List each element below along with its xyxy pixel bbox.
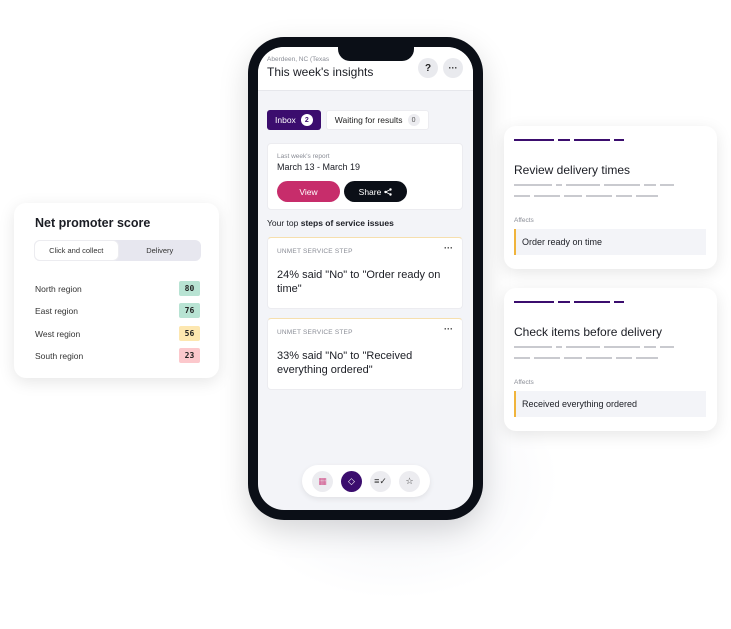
bottom-nav: ▦ ◇ ≡✓ ☆ <box>302 465 430 497</box>
more-icon: ··· <box>448 63 458 73</box>
nav-checklist[interactable]: ≡✓ <box>370 470 391 492</box>
tab-label: Waiting for results <box>334 115 403 125</box>
nav-insights[interactable]: ◇ <box>341 470 362 492</box>
nps-title: Net promoter score <box>35 216 151 230</box>
report-dates: March 13 - March 19 <box>277 162 361 172</box>
score-badge: 56 <box>179 326 200 341</box>
more-icon[interactable]: ··· <box>444 324 453 334</box>
placeholder-text-line <box>514 357 658 359</box>
checklist-icon: ≡✓ <box>374 475 387 486</box>
issue-kicker: UNMET SERVICE STEP <box>277 248 353 255</box>
weekly-report-card: Last week's report March 13 - March 19 V… <box>267 143 463 210</box>
score-badge: 23 <box>179 348 200 363</box>
affects-value: Order ready on time <box>514 229 706 255</box>
nps-row: South region 23 <box>35 348 200 364</box>
region-label: East region <box>35 306 78 316</box>
nps-segment-control: Click and collect Delivery <box>34 240 201 261</box>
issue-kicker: UNMET SERVICE STEP <box>277 329 353 336</box>
tab-label: Inbox <box>275 115 296 125</box>
phone-screen: Aberdeen, NC (Texas This week's insights… <box>258 47 473 510</box>
affects-label: Affects <box>514 379 534 386</box>
region-label: West region <box>35 329 81 339</box>
more-icon[interactable]: ··· <box>444 243 453 253</box>
tab-inbox[interactable]: Inbox 2 <box>267 110 321 130</box>
nps-row: North region 80 <box>35 281 200 297</box>
decorative-bars <box>514 139 624 141</box>
action-title: Review delivery times <box>514 163 631 177</box>
more-button[interactable]: ··· <box>443 58 463 78</box>
nps-card: Net promoter score Click and collect Del… <box>14 203 219 378</box>
inbox-tabs: Inbox 2 Waiting for results 0 <box>267 110 429 130</box>
section-heading: Your top steps of service issues <box>267 218 394 228</box>
alert-diamond-icon: ◇ <box>348 475 355 486</box>
count-badge: 2 <box>300 114 313 126</box>
issue-card[interactable]: UNMET SERVICE STEP ··· 24% said "No" to … <box>267 237 463 309</box>
segment-delivery[interactable]: Delivery <box>119 240 202 261</box>
tab-waiting-for-results[interactable]: Waiting for results 0 <box>325 110 429 130</box>
placeholder-text-line <box>514 184 674 186</box>
section-bold: steps of service issues <box>300 218 394 228</box>
share-button[interactable]: Share <box>344 181 407 202</box>
star-icon: ☆ <box>405 475 414 486</box>
share-icon <box>384 187 393 196</box>
nps-row: West region 56 <box>35 326 200 342</box>
issue-card[interactable]: UNMET SERVICE STEP ··· 33% said "No" to … <box>267 318 463 390</box>
action-card[interactable]: Check items before delivery Affects Rece… <box>504 288 717 431</box>
report-label: Last week's report <box>277 153 330 160</box>
issue-text: 33% said "No" to "Received everything or… <box>277 350 413 376</box>
phone-notch <box>338 47 414 61</box>
section-prefix: Your top <box>267 218 301 228</box>
location-label: Aberdeen, NC (Texas <box>267 56 330 63</box>
share-label: Share <box>358 186 382 197</box>
nav-calendar[interactable]: ▦ <box>312 470 333 492</box>
region-label: North region <box>35 284 82 294</box>
help-icon: ? <box>424 62 432 74</box>
decorative-bars <box>514 301 624 303</box>
segment-click-and-collect[interactable]: Click and collect <box>34 240 119 261</box>
nav-favorites[interactable]: ☆ <box>399 470 420 492</box>
affects-value: Received everything ordered <box>514 391 706 417</box>
view-button[interactable]: View <box>277 181 340 202</box>
region-label: South region <box>35 351 84 361</box>
page-title: This week's insights <box>267 65 374 79</box>
phone-frame: Aberdeen, NC (Texas This week's insights… <box>248 37 483 520</box>
score-badge: 80 <box>179 281 200 296</box>
help-button[interactable]: ? <box>418 58 438 78</box>
calendar-icon: ▦ <box>318 475 327 486</box>
affects-label: Affects <box>514 217 534 224</box>
placeholder-text-line <box>514 195 658 197</box>
action-card[interactable]: Review delivery times Affects Order read… <box>504 126 717 269</box>
issue-text: 24% said "No" to "Order ready on time" <box>277 269 441 295</box>
score-badge: 76 <box>179 303 200 318</box>
nps-row: East region 76 <box>35 303 200 319</box>
placeholder-text-line <box>514 346 674 348</box>
count-badge: 0 <box>407 114 420 126</box>
action-title: Check items before delivery <box>514 325 663 339</box>
